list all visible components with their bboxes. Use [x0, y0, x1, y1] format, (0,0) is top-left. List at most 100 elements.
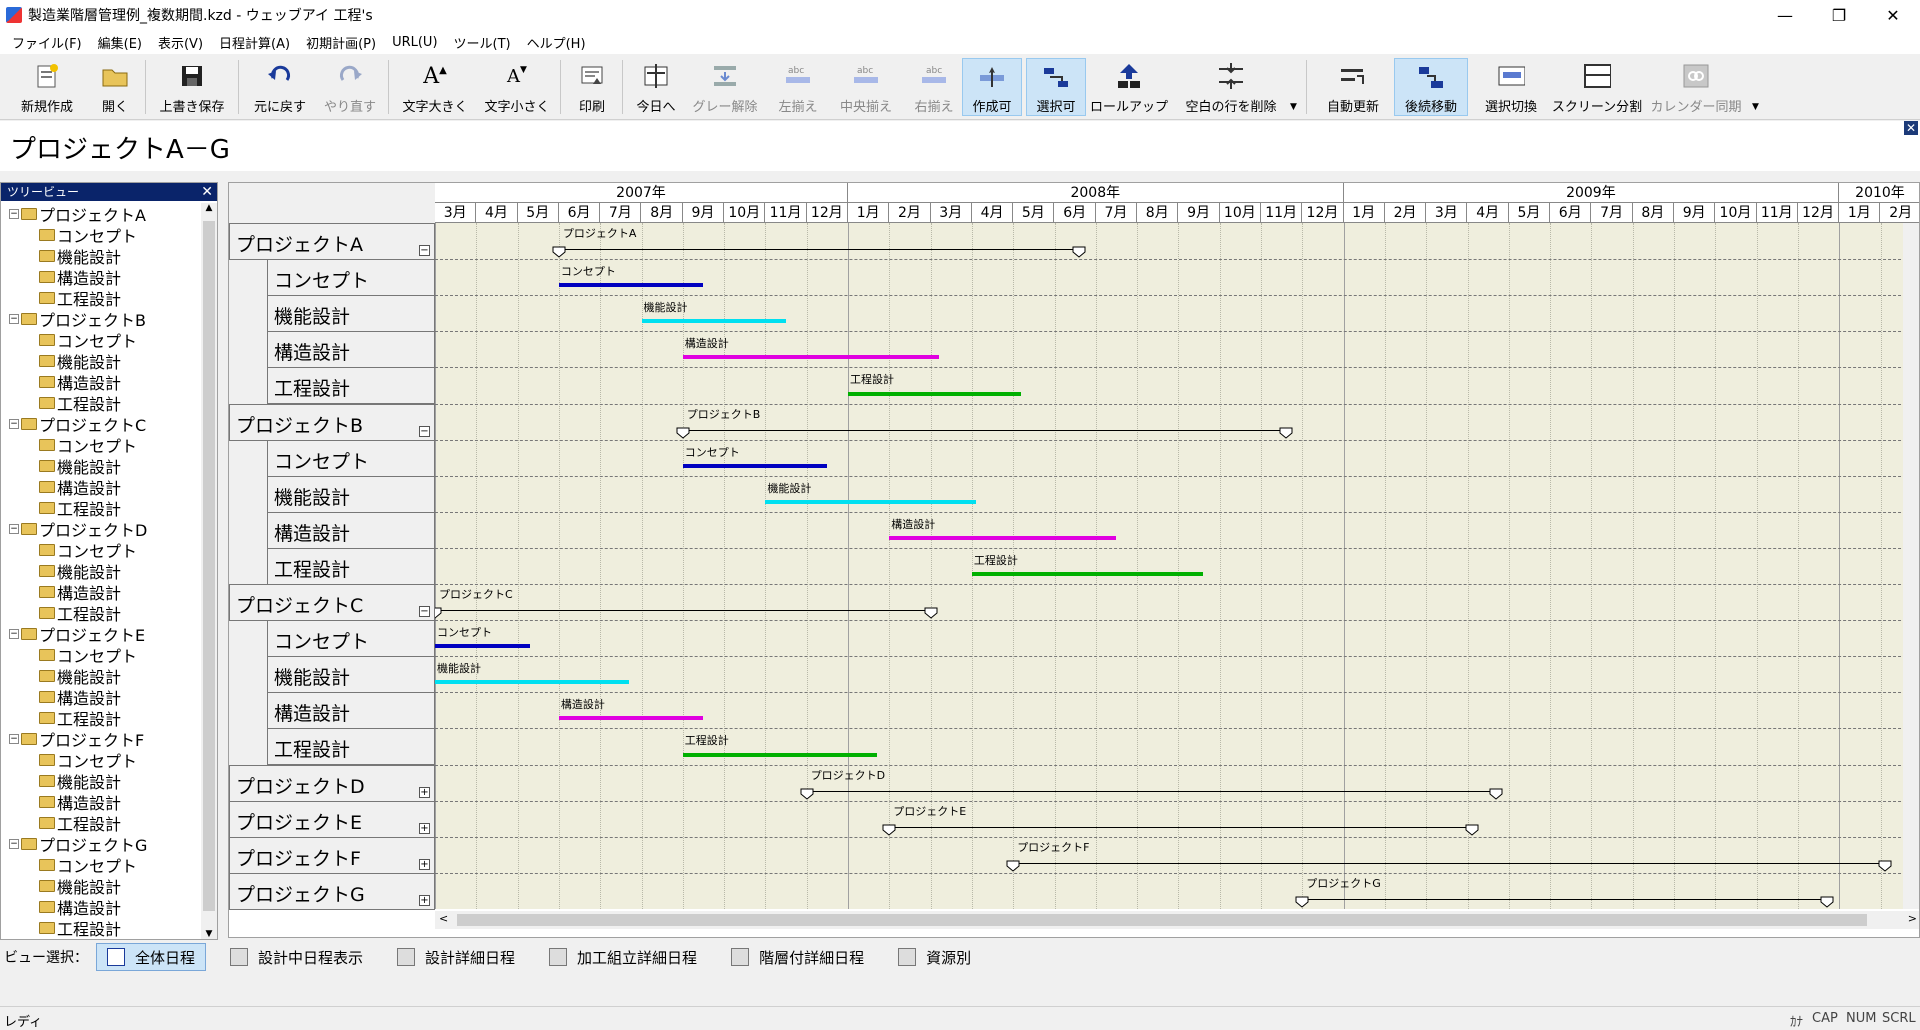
task-bar[interactable] — [848, 391, 1022, 396]
task-bar[interactable] — [971, 572, 1204, 576]
project-span-line[interactable] — [1013, 862, 1885, 864]
toolbar-overflow-icon[interactable]: ▼ — [1290, 102, 1297, 112]
restore-button[interactable]: ❐ — [1812, 0, 1866, 30]
project-row-label[interactable]: プロジェクトG + — [229, 872, 435, 910]
task-bar[interactable] — [682, 355, 939, 360]
today-button[interactable]: 今日へ — [628, 58, 684, 116]
tree-item-task[interactable]: 構造設計 — [1, 581, 201, 603]
tree-item-task[interactable]: 工程設計 — [1, 497, 201, 519]
collapse-icon[interactable]: − — [9, 523, 19, 534]
tree-item-task[interactable]: 構造設計 — [1, 476, 201, 498]
tree-item-task[interactable]: 機能設計 — [1, 350, 201, 372]
task-bar[interactable] — [641, 319, 787, 324]
tree-item-task[interactable]: 構造設計 — [1, 791, 201, 813]
task-bar[interactable] — [558, 716, 704, 721]
tree-item-task[interactable]: 機能設計 — [1, 245, 201, 267]
tree-item-task[interactable]: 機能設計 — [1, 770, 201, 792]
project-start-marker[interactable] — [882, 821, 896, 836]
project-row-label[interactable]: プロジェクトB − — [229, 403, 435, 441]
print-button[interactable]: 印刷 — [568, 58, 616, 116]
collapse-icon[interactable]: − — [9, 838, 19, 849]
task-bar[interactable] — [682, 463, 828, 468]
tree-item-project[interactable]: − プロジェクトF — [1, 728, 201, 750]
expand-group-icon[interactable]: + — [419, 858, 430, 870]
task-row-label[interactable]: 工程設計 — [267, 367, 435, 405]
tree-item-task[interactable]: 工程設計 — [1, 917, 201, 939]
tree-item-task[interactable]: 工程設計 — [1, 287, 201, 309]
project-start-marker[interactable] — [552, 243, 566, 258]
collapse-icon[interactable]: − — [9, 208, 19, 219]
project-start-marker[interactable] — [800, 785, 814, 800]
open-button[interactable]: 開く — [90, 58, 140, 116]
view-tab-hierarchy-detail[interactable]: 階層付詳細日程 — [721, 943, 874, 971]
project-start-marker[interactable] — [1295, 893, 1309, 908]
ungray-button[interactable]: グレー解除 — [690, 58, 760, 116]
task-row-label[interactable]: 機能設計 — [267, 475, 435, 513]
font-larger-button[interactable]: A ▲ 文字大きく — [398, 58, 472, 116]
tree-close-icon[interactable]: ✕ — [201, 183, 213, 201]
project-end-marker[interactable] — [1820, 893, 1834, 908]
menu-help[interactable]: ヘルプ(H) — [519, 33, 594, 52]
task-row-label[interactable]: コンセプト — [267, 259, 435, 297]
auto-update-button[interactable]: 自動更新 — [1316, 58, 1390, 116]
project-span-line[interactable] — [682, 429, 1286, 431]
project-row-label[interactable]: プロジェクトA − — [229, 223, 435, 261]
redo-button[interactable]: やり直す — [318, 58, 382, 116]
menu-schedule[interactable]: 日程計算(A) — [211, 33, 298, 52]
project-end-marker[interactable] — [1489, 785, 1503, 800]
scroll-down-icon[interactable]: ▼ — [201, 929, 217, 939]
view-tab-assembly-detail[interactable]: 加工組立詳細日程 — [539, 943, 707, 971]
align-left-button[interactable]: abc 左揃え — [770, 58, 826, 116]
select-mode-button[interactable]: 選択可 — [1026, 58, 1086, 116]
menu-initial-plan[interactable]: 初期計画(P) — [298, 33, 384, 52]
document-close-icon[interactable]: ✕ — [1904, 121, 1918, 135]
view-tab-resource[interactable]: 資源別 — [888, 943, 981, 971]
menu-tools[interactable]: ツール(T) — [446, 33, 519, 52]
tree-scroll-thumb[interactable] — [203, 221, 215, 911]
tree-item-task[interactable]: コンセプト — [1, 539, 201, 561]
tree-item-task[interactable]: 機能設計 — [1, 665, 201, 687]
task-row-label[interactable]: コンセプト — [267, 620, 435, 658]
tree-item-task[interactable]: コンセプト — [1, 329, 201, 351]
task-row-label[interactable]: 構造設計 — [267, 511, 435, 549]
align-right-button[interactable]: abc 右揃え — [906, 58, 962, 116]
horizontal-scroll-thumb[interactable] — [457, 914, 1867, 926]
tree-item-task[interactable]: 構造設計 — [1, 896, 201, 918]
font-smaller-button[interactable]: A ▼ 文字小さく — [480, 58, 554, 116]
tree-item-task[interactable]: コンセプト — [1, 644, 201, 666]
toolbar-overflow-icon-2[interactable]: ▼ — [1752, 102, 1759, 112]
project-end-marker[interactable] — [924, 604, 938, 619]
scroll-left-icon[interactable]: < — [439, 912, 448, 925]
project-end-marker[interactable] — [1878, 857, 1892, 872]
select-toggle-button[interactable]: 選択切換 — [1474, 58, 1548, 116]
expand-group-icon[interactable]: + — [419, 786, 430, 798]
tree-item-task[interactable]: コンセプト — [1, 749, 201, 771]
align-center-button[interactable]: abc 中央揃え — [834, 58, 898, 116]
task-bar[interactable] — [435, 644, 530, 649]
collapse-icon[interactable]: − — [9, 418, 19, 429]
tree-scrollbar[interactable]: ▲ ▼ — [201, 203, 217, 939]
tree-item-task[interactable]: 機能設計 — [1, 875, 201, 897]
task-bar[interactable] — [765, 499, 977, 504]
menu-view[interactable]: 表示(V) — [150, 33, 211, 52]
expand-group-icon[interactable]: + — [419, 822, 430, 834]
project-start-marker[interactable] — [435, 604, 442, 619]
task-row-label[interactable]: 構造設計 — [267, 331, 435, 369]
tree-item-task[interactable]: 工程設計 — [1, 812, 201, 834]
vertical-scrollbar[interactable] — [1903, 223, 1919, 909]
task-row-label[interactable]: 構造設計 — [267, 692, 435, 730]
task-bar[interactable] — [889, 535, 1117, 540]
task-bar[interactable] — [682, 752, 877, 757]
tree-item-project[interactable]: − プロジェクトG — [1, 833, 201, 855]
task-row-label[interactable]: 機能設計 — [267, 656, 435, 694]
view-tab-design-detail[interactable]: 設計詳細日程 — [387, 943, 525, 971]
tree-item-task[interactable]: コンセプト — [1, 224, 201, 246]
gantt-plot-area[interactable]: プロジェクトA コンセプト 機能設計 構造設計 工程設計 プロジェクトB コンセプト 機能設計… — [435, 223, 1919, 909]
tree-item-task[interactable]: コンセプト — [1, 434, 201, 456]
new-button[interactable]: 新規作成 — [10, 58, 84, 116]
expand-group-icon[interactable]: + — [419, 894, 430, 906]
menu-url[interactable]: URL(U) — [384, 35, 445, 50]
tree-item-task[interactable]: 工程設計 — [1, 707, 201, 729]
task-bar[interactable] — [558, 283, 704, 288]
create-mode-button[interactable]: 作成可 — [962, 58, 1022, 116]
